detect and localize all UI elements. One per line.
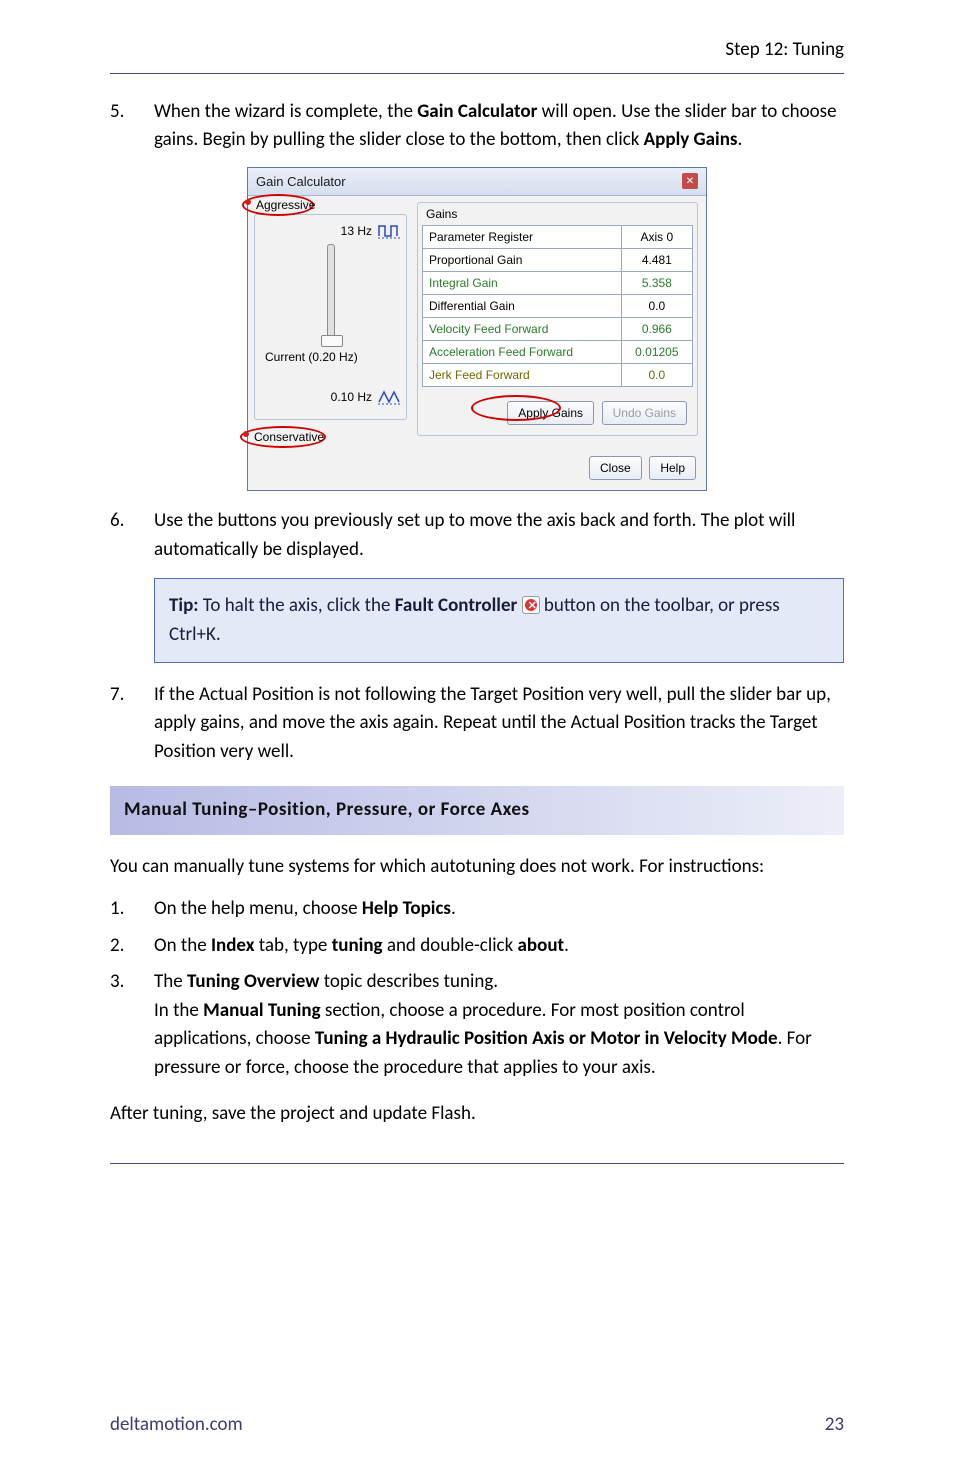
gain-calculator-dialog: Gain Calculator ✕ Aggressive 13 Hz (247, 167, 707, 492)
slider-top-row: 13 Hz (259, 222, 402, 240)
apply-gains-button[interactable]: Apply Gains (507, 401, 594, 425)
gains-panel: Gains Parameter Register Axis 0 Proporti… (413, 196, 706, 446)
tip-box: Tip: To halt the axis, click the Fault C… (154, 578, 844, 663)
dialog-footer: Close Help (248, 446, 706, 490)
page-footer: deltamotion.com 23 (0, 1403, 954, 1440)
step-5-num: 5. (110, 98, 154, 155)
help-topics-term: Help Topics (362, 897, 451, 920)
step-7: 7. If the Actual Position is not followi… (110, 681, 844, 767)
dialog-titlebar: Gain Calculator ✕ (248, 168, 706, 197)
close-icon[interactable]: ✕ (682, 173, 698, 189)
page-content: 5. When the wizard is complete, the Gain… (0, 74, 954, 1163)
top-hz-label: 13 Hz (259, 222, 378, 240)
step-6: 6. Use the buttons you previously set up… (110, 507, 844, 564)
manual-step-2: 2. On the Index tab, type tuning and dou… (110, 932, 844, 961)
square-wave-icon (378, 222, 402, 240)
table-row: Integral Gain5.358 (423, 272, 693, 295)
header-title: Step 12: Tuning (725, 38, 844, 61)
section-heading: Manual Tuning–Position, Pressure, or For… (110, 786, 844, 835)
gains-table: Parameter Register Axis 0 Proportional G… (422, 225, 693, 387)
footer-site: deltamotion.com (110, 1411, 243, 1440)
col-axis: Axis 0 (621, 226, 692, 249)
table-row: Differential Gain0.0 (423, 295, 693, 318)
slider-panel: Aggressive 13 Hz Current (0.20 Hz) (248, 196, 413, 446)
dialog-body: Aggressive 13 Hz Current (0.20 Hz) (248, 196, 706, 446)
tip-label: Tip: (169, 594, 199, 617)
gain-calculator-term: Gain Calculator (417, 100, 537, 123)
manual-intro: You can manually tune systems for which … (110, 853, 844, 882)
tuning-overview-term: Tuning Overview (187, 970, 319, 993)
manual-tuning-term: Manual Tuning (203, 999, 320, 1022)
step-7-num: 7. (110, 681, 154, 767)
close-button[interactable]: Close (589, 456, 642, 480)
col-parameter: Parameter Register (423, 226, 622, 249)
slider-bottom-row: 0.10 Hz (259, 388, 402, 406)
step-7-body: If the Actual Position is not following … (154, 681, 844, 767)
hydraulic-procedure-term: Tuning a Hydraulic Position Axis or Moto… (315, 1027, 778, 1050)
slider-thumb[interactable] (321, 335, 343, 347)
table-row: Proportional Gain4.481 (423, 249, 693, 272)
apply-gains-term: Apply Gains (644, 128, 738, 151)
gains-group-label: Gains (422, 205, 693, 225)
tuning-term: tuning (332, 934, 383, 957)
ramp-wave-icon (378, 388, 402, 406)
low-hz-label: 0.10 Hz (259, 388, 378, 406)
page-header: Step 12: Tuning (0, 0, 954, 73)
fault-controller-term: Fault Controller (395, 594, 518, 617)
fault-controller-icon: ✕ (522, 596, 540, 614)
current-label: Current ( (265, 350, 312, 364)
manual-step-1: 1. On the help menu, choose Help Topics. (110, 895, 844, 924)
table-row: Velocity Feed Forward0.966 (423, 318, 693, 341)
step-5-body: When the wizard is complete, the Gain Ca… (154, 98, 844, 155)
step-6-body: Use the buttons you previously set up to… (154, 507, 844, 564)
footer-rule (110, 1163, 844, 1164)
table-row: Jerk Feed Forward0.0 (423, 364, 693, 387)
table-row: Acceleration Feed Forward0.01205 (423, 341, 693, 364)
conservative-label: Conservative (254, 428, 324, 446)
about-term: about (518, 934, 565, 957)
current-hz: 0.20 Hz) (312, 350, 357, 364)
index-term: Index (211, 934, 254, 957)
undo-gains-button[interactable]: Undo Gains (602, 401, 687, 425)
step-6-num: 6. (110, 507, 154, 564)
help-button[interactable]: Help (649, 456, 696, 480)
step-5: 5. When the wizard is complete, the Gain… (110, 98, 844, 155)
footer-page-number: 23 (825, 1411, 844, 1440)
aggressive-label: Aggressive (256, 196, 315, 214)
gain-slider[interactable] (327, 244, 335, 344)
dialog-title: Gain Calculator (256, 172, 346, 192)
closing-text: After tuning, save the project and updat… (110, 1100, 844, 1129)
manual-step-3: 3. The Tuning Overview topic describes t… (110, 968, 844, 1082)
